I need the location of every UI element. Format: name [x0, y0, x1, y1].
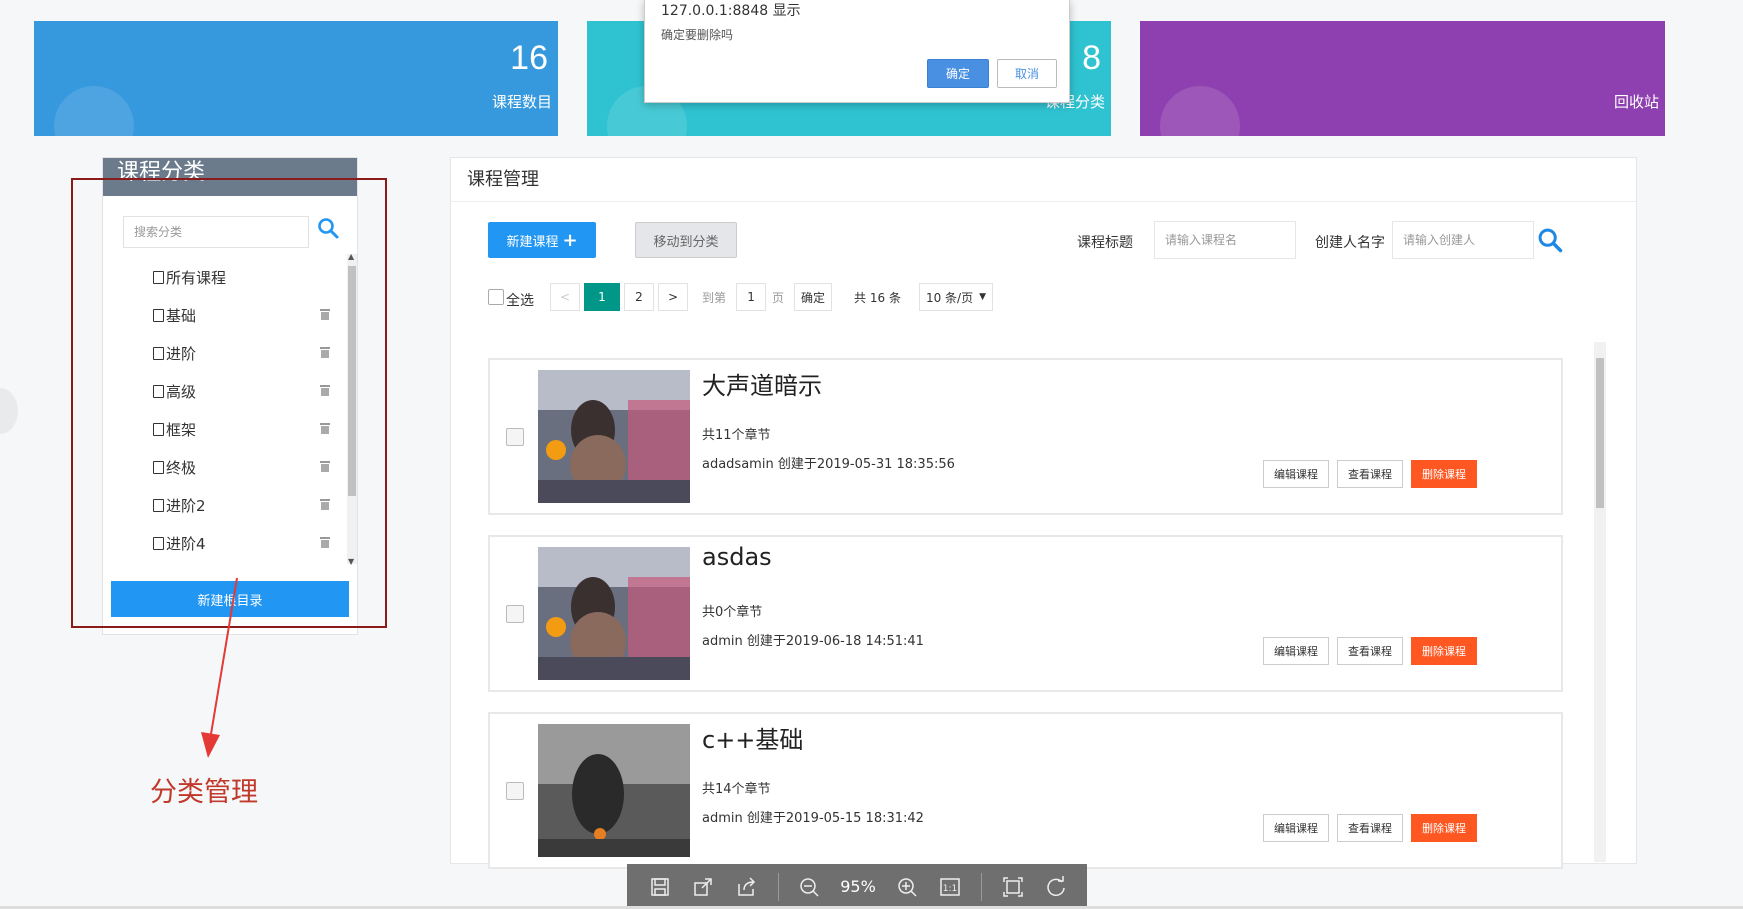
course-name: c++基础	[702, 726, 804, 754]
plus-icon: +	[562, 229, 578, 251]
goto-page-input[interactable]: 1	[736, 283, 767, 311]
creator-input[interactable]: 请输入创建人	[1392, 221, 1534, 259]
course-thumbnail	[538, 724, 690, 857]
course-meta: admin 创建于2019-05-15 18:31:42	[702, 811, 924, 826]
page-2-button[interactable]: 2	[624, 283, 654, 311]
course-thumbnail	[538, 370, 690, 503]
dialog-cancel-button[interactable]: 取消	[997, 59, 1057, 88]
dropdown-icon: ▼	[979, 292, 987, 302]
annotation-label: 分类管理	[150, 777, 258, 808]
scrollbar-thumb[interactable]	[1596, 358, 1604, 508]
course-checkbox[interactable]	[506, 605, 524, 623]
course-list-scrollbar[interactable]	[1594, 342, 1606, 862]
course-thumbnail	[538, 547, 690, 680]
prev-page-button[interactable]: <	[550, 283, 580, 311]
move-to-category-button[interactable]: 移动到分类	[635, 222, 737, 258]
edit-course-button[interactable]: 编辑课程	[1263, 814, 1329, 842]
total-count: 共 16 条	[854, 290, 901, 305]
new-course-label: 新建课程	[506, 234, 559, 250]
course-card: 大声道暗示 共11个章节 adadsamin 创建于2019-05-31 18:…	[488, 358, 1563, 515]
rotate-icon[interactable]	[1043, 874, 1069, 900]
zoom-out-icon[interactable]	[797, 874, 823, 900]
course-name: 大声道暗示	[702, 372, 822, 400]
panel-title: 课程管理	[451, 158, 1636, 202]
course-card: asdas 共0个章节 admin 创建于2019-06-18 14:51:41…	[488, 535, 1563, 692]
delete-course-button[interactable]: 删除课程	[1411, 814, 1477, 842]
course-title-label: 课程标题	[1077, 235, 1133, 251]
next-page-button[interactable]: >	[658, 283, 688, 311]
delete-course-button[interactable]: 删除课程	[1411, 637, 1477, 665]
globe-icon	[1160, 86, 1240, 136]
course-card: c++基础 共14个章节 admin 创建于2019-05-15 18:31:4…	[488, 712, 1563, 869]
course-checkbox[interactable]	[506, 782, 524, 800]
delete-course-button[interactable]: 删除课程	[1411, 460, 1477, 488]
dialog-title: 127.0.0.1:8848 显示	[661, 3, 801, 19]
stat-card-recycle[interactable]: 回收站	[1140, 21, 1665, 136]
dialog-message: 确定要删除吗	[661, 28, 734, 42]
view-course-button[interactable]: 查看课程	[1337, 637, 1403, 665]
chapter-count: 共11个章节	[702, 428, 771, 443]
select-all-label: 全选	[506, 293, 534, 309]
actual-size-icon[interactable]: 1:1	[937, 874, 963, 900]
svg-text:1:1: 1:1	[943, 884, 957, 894]
page-unit: 页	[772, 290, 785, 305]
course-checkbox[interactable]	[506, 428, 524, 446]
toolbar-divider	[777, 872, 779, 901]
course-title-input[interactable]: 请输入课程名	[1154, 221, 1296, 259]
course-count-label: 课程数目	[491, 93, 552, 111]
page-size-value: 10 条/页	[925, 290, 974, 305]
toolbar-divider	[980, 872, 982, 901]
new-course-button[interactable]: 新建课程 +	[488, 222, 596, 258]
recycle-label: 回收站	[1613, 93, 1659, 111]
edit-course-button[interactable]: 编辑课程	[1263, 637, 1329, 665]
chapter-count: 共14个章节	[702, 782, 771, 797]
card-decoration	[54, 86, 134, 136]
search-icon[interactable]	[1536, 226, 1564, 254]
zoom-level: 95%	[840, 877, 876, 896]
edit-course-button[interactable]: 编辑课程	[1263, 460, 1329, 488]
view-course-button[interactable]: 查看课程	[1337, 460, 1403, 488]
dialog-ok-button[interactable]: 确定	[927, 59, 989, 88]
course-meta: admin 创建于2019-06-18 14:51:41	[702, 634, 924, 649]
pagination-bar: 全选 < 1 2 > 到第 1 页 确定 共 16 条 10 条/页 ▼	[488, 282, 993, 312]
chapter-count: 共0个章节	[702, 605, 763, 620]
stat-card-courses[interactable]: 16 课程数目	[34, 21, 558, 136]
side-handle	[0, 388, 18, 434]
course-management-panel: 课程管理 新建课程 + 移动到分类 课程标题 请输入课程名 创建人名字 请输入创…	[450, 157, 1637, 869]
image-viewer-toolbar: 95% 1:1	[627, 864, 1087, 909]
view-course-button[interactable]: 查看课程	[1337, 814, 1403, 842]
course-meta: adadsamin 创建于2019-05-31 18:35:56	[702, 457, 955, 472]
confirm-dialog: 127.0.0.1:8848 显示 确定要删除吗 确定 取消	[644, 0, 1070, 103]
save-icon[interactable]	[647, 874, 673, 900]
select-all-checkbox[interactable]	[488, 289, 504, 305]
category-count: 8	[1082, 39, 1101, 77]
fit-screen-icon[interactable]	[1000, 874, 1026, 900]
zoom-in-icon[interactable]	[894, 874, 920, 900]
goto-confirm-button[interactable]: 确定	[794, 283, 833, 311]
course-name: asdas	[702, 543, 772, 571]
creator-label: 创建人名字	[1315, 235, 1385, 251]
course-count: 16	[510, 39, 548, 77]
share-icon[interactable]	[734, 874, 760, 900]
annotation-box	[71, 178, 387, 628]
page-size-select[interactable]: 10 条/页 ▼	[918, 283, 993, 311]
goto-label: 到第	[702, 290, 727, 305]
open-external-icon[interactable]	[691, 874, 717, 900]
page-1-button[interactable]: 1	[584, 283, 620, 311]
